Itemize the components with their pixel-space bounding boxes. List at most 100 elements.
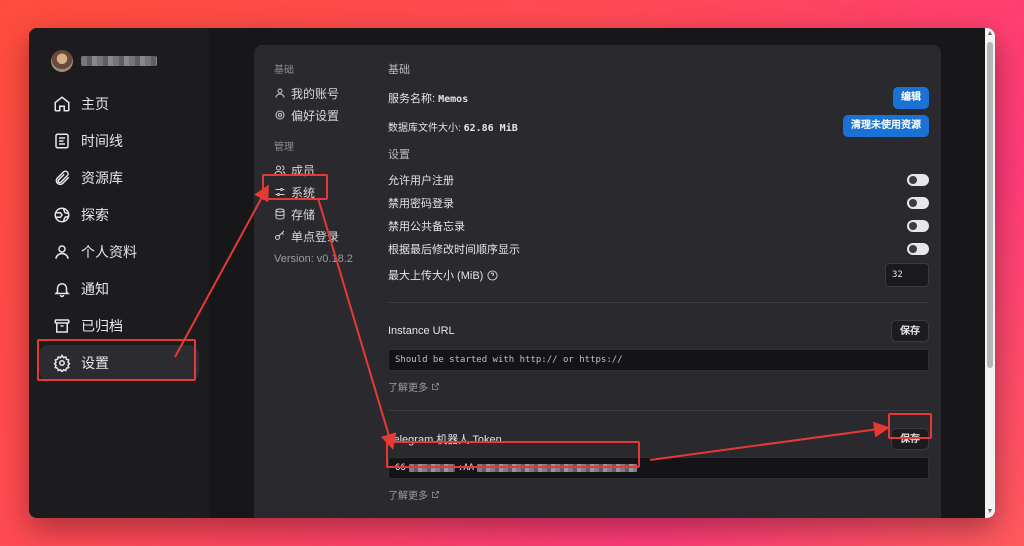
sidebar-item-label: 设置 — [81, 355, 109, 371]
max-upload-input[interactable]: 32 — [885, 263, 929, 287]
sidebar-item-home[interactable]: 主页 — [39, 86, 199, 122]
token-redacted — [408, 464, 455, 472]
max-upload-label: 最大上传大小 (MiB) — [388, 270, 484, 282]
user-profile[interactable] — [51, 50, 157, 72]
divider — [388, 302, 929, 303]
settings-subnav: 基础 我的账号 偏好设置 管理 成员 系统 存储 单点登录 Version: v… — [274, 61, 374, 265]
sidebar-item-timeline[interactable]: 时间线 — [39, 123, 199, 159]
sidebar-item-profile[interactable]: 个人资料 — [39, 234, 199, 270]
subnav-item-label: 我的账号 — [291, 86, 340, 101]
toggle-row: 禁用密码登录 — [388, 191, 929, 214]
sidebar-item-label: 已归档 — [81, 318, 123, 334]
instance-url-label: Instance URL — [388, 325, 455, 337]
service-name-row: 服务名称: Memos 编辑 — [388, 86, 929, 110]
edit-button[interactable]: 编辑 — [893, 87, 929, 109]
subnav-gap — [274, 126, 374, 138]
learn-more-link[interactable]: 了解更多 — [388, 487, 929, 502]
sidebar-item-notifications[interactable]: 通知 — [39, 271, 199, 307]
disable-password-login-toggle[interactable] — [907, 196, 929, 209]
sort-by-updated-toggle[interactable] — [907, 242, 929, 255]
service-name-label: 服务名称: — [388, 93, 436, 105]
users-icon — [274, 164, 286, 176]
disable-public-memos-toggle[interactable] — [907, 219, 929, 232]
allow-signup-toggle[interactable] — [907, 173, 929, 186]
sliders-icon — [274, 186, 286, 198]
service-name-value: Memos — [438, 94, 469, 105]
toggle-label: 根据最后修改时间顺序显示 — [388, 243, 520, 256]
sidebar-item-archived[interactable]: 已归档 — [39, 308, 199, 344]
divider — [388, 410, 929, 411]
learn-more-link[interactable]: 了解更多 — [388, 379, 929, 394]
sidebar-item-label: 时间线 — [81, 133, 123, 149]
external-link-icon — [432, 491, 439, 498]
subnav-item-label: 偏好设置 — [291, 108, 340, 123]
db-size-label: 数据库文件大小: — [388, 122, 461, 134]
toggle-label: 允许用户注册 — [388, 174, 454, 187]
max-upload: 最大上传大小 (MiB) — [388, 267, 498, 283]
settings-panel: 基础 我的账号 偏好设置 管理 成员 系统 存储 单点登录 Version: v… — [254, 45, 941, 518]
sidebar: 主页 时间线 资源库 探索 个人资料 通知 已归档 设置 — [29, 28, 209, 518]
scroll-up-icon[interactable]: ▲ — [986, 30, 994, 38]
user-icon — [274, 87, 286, 99]
sidebar-item-label: 探索 — [81, 207, 109, 223]
telegram-token-label: Telegram 机器人 Token — [388, 434, 502, 446]
subnav-item-preferences[interactable]: 偏好设置 — [274, 104, 374, 126]
gear-icon — [53, 354, 71, 372]
home-icon — [53, 95, 71, 113]
subnav-item-label: 系统 — [291, 185, 316, 200]
basic-section-title: 基础 — [388, 64, 410, 76]
learn-more-label: 了解更多 — [388, 383, 428, 394]
system-settings: 基础 服务名称: Memos 编辑 数据库文件大小: 62.86 MiB 清理未… — [388, 61, 929, 518]
instance-url-input[interactable]: Should be started with http:// or https:… — [388, 349, 929, 371]
subnav-item-members[interactable]: 成员 — [274, 159, 374, 181]
db-size-row: 数据库文件大小: 62.86 MiB 清理未使用资源 — [388, 114, 929, 138]
max-upload-row: 最大上传大小 (MiB) 32 — [388, 262, 929, 288]
token-prefix: 66 — [395, 463, 406, 473]
subnav-item-label: 成员 — [291, 163, 316, 178]
username-redacted — [81, 56, 157, 66]
db-size: 数据库文件大小: 62.86 MiB — [388, 119, 518, 134]
sidebar-item-label: 资源库 — [81, 170, 123, 186]
sidebar-item-label: 主页 — [81, 96, 109, 112]
subnav-item-label: 存储 — [291, 207, 316, 222]
database-icon — [274, 208, 286, 220]
clean-unused-resources-button[interactable]: 清理未使用资源 — [843, 115, 929, 137]
toggle-label: 禁用公共备忘录 — [388, 220, 465, 233]
subnav-item-sso[interactable]: 单点登录 — [274, 225, 374, 247]
telegram-header: Telegram 机器人 Token 保存 — [388, 427, 929, 451]
subnav-item-storage[interactable]: 存储 — [274, 203, 374, 225]
sidebar-item-settings[interactable]: 设置 — [39, 345, 199, 381]
gear-icon — [274, 109, 286, 121]
db-size-value: 62.86 MiB — [463, 122, 518, 134]
token-mid: :AA — [457, 463, 475, 473]
sidebar-item-label: 通知 — [81, 281, 109, 297]
external-link-icon — [432, 383, 439, 390]
subnav-item-label: 单点登录 — [291, 229, 340, 244]
vertical-scrollbar[interactable]: ▲ ▼ — [985, 28, 995, 518]
settings-section-title: 设置 — [388, 149, 410, 161]
instance-url-save-button[interactable]: 保存 — [891, 320, 929, 342]
subnav-item-system[interactable]: 系统 — [274, 181, 374, 203]
scroll-thumb[interactable] — [987, 42, 993, 368]
sidebar-item-resources[interactable]: 资源库 — [39, 160, 199, 196]
version-label: Version: v0.18.2 — [274, 253, 353, 265]
telegram-save-button[interactable]: 保存 — [891, 428, 929, 450]
app-window: 主页 时间线 资源库 探索 个人资料 通知 已归档 设置 基础 我的账号 偏好设… — [29, 28, 995, 518]
timeline-icon — [53, 132, 71, 150]
subnav-admin-heading: 管理 — [274, 142, 294, 153]
avatar[interactable] — [51, 50, 73, 72]
user-icon — [53, 243, 71, 261]
toggle-label: 禁用密码登录 — [388, 197, 454, 210]
toggle-row: 禁用公共备忘录 — [388, 214, 929, 237]
bell-icon — [53, 280, 71, 298]
instance-url-header: Instance URL 保存 — [388, 319, 929, 343]
token-redacted — [477, 464, 638, 472]
key-icon — [274, 230, 286, 242]
learn-more-label: 了解更多 — [388, 491, 428, 502]
subnav-item-my-account[interactable]: 我的账号 — [274, 82, 374, 104]
scroll-down-icon[interactable]: ▼ — [986, 508, 994, 516]
help-icon[interactable] — [487, 269, 498, 281]
telegram-token-input[interactable]: 66 :AA — [388, 457, 929, 479]
service-name: 服务名称: Memos — [388, 90, 468, 106]
sidebar-item-explore[interactable]: 探索 — [39, 197, 199, 233]
